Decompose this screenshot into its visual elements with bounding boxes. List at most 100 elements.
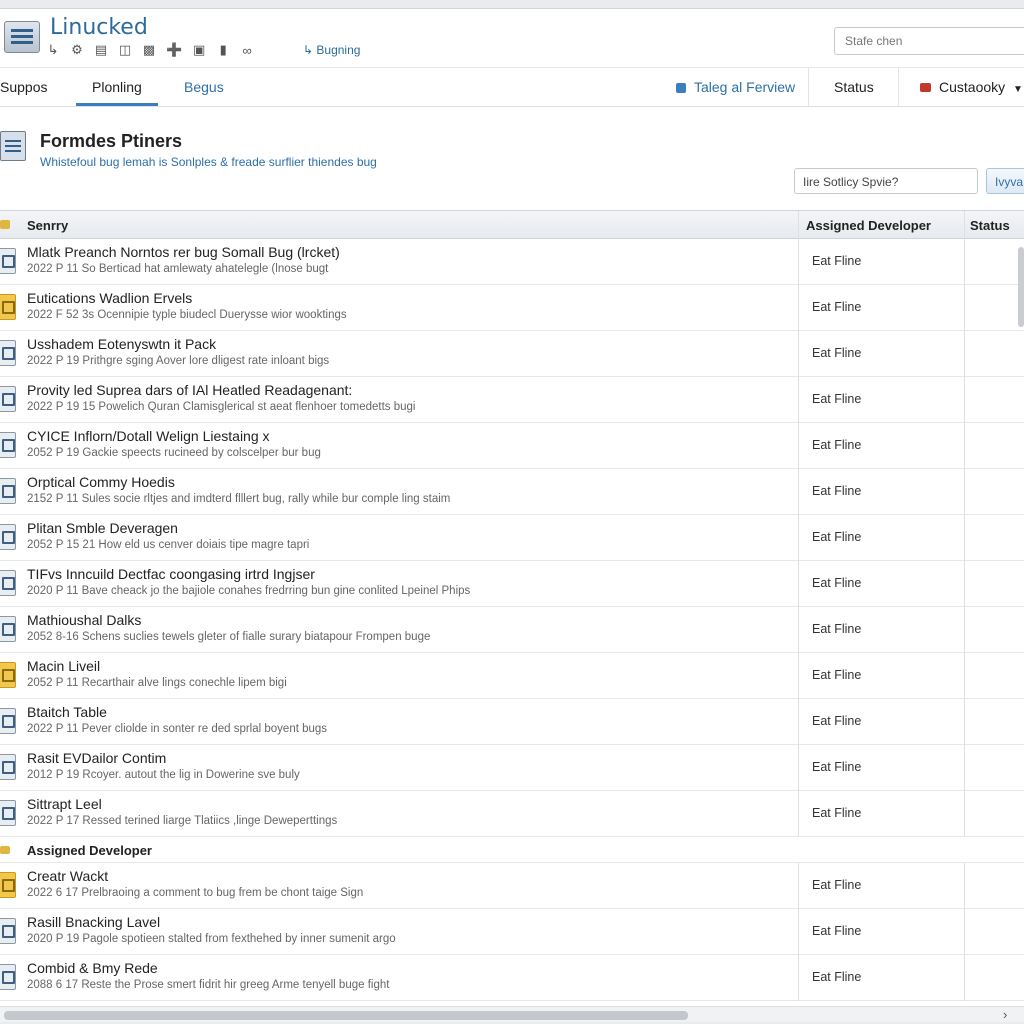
bug-title[interactable]: Rasit EVDailor Contim bbox=[27, 750, 166, 766]
bug-title[interactable]: Mathioushal Dalks bbox=[27, 612, 141, 628]
bug-title[interactable]: Creatr Wackt bbox=[27, 868, 108, 884]
table-row[interactable]: Btaitch Table 2022 P 11 Pever cliolde in … bbox=[0, 699, 1024, 745]
table-row[interactable]: Plitan Smble Deveragen 2052 P 15 21 How e… bbox=[0, 515, 1024, 561]
bug-description: 2022 P 19 15 Powelich Quran Clamisgleric… bbox=[27, 401, 416, 413]
table-row[interactable]: Rasit EVDailor Contim 2012 P 19 Rcoyer. a… bbox=[0, 745, 1024, 791]
bug-title[interactable]: Plitan Smble Deveragen bbox=[27, 520, 178, 536]
assigned-developer: Eat Fline bbox=[812, 346, 862, 360]
table-header: Senrry Assigned Developer Status bbox=[0, 210, 1024, 240]
column-header-developer[interactable]: Assigned Developer bbox=[806, 218, 931, 233]
tab-plonling[interactable]: Plonling bbox=[92, 79, 142, 95]
bug-title[interactable]: Sittrapt Leel bbox=[27, 796, 102, 812]
assigned-developer: Eat Fline bbox=[812, 806, 862, 820]
column-divider bbox=[964, 423, 965, 469]
section-icon bbox=[0, 131, 26, 161]
horizontal-scrollbar[interactable]: › bbox=[0, 1006, 1024, 1022]
column-divider bbox=[798, 909, 799, 955]
table-row[interactable]: Macin Liveil 2052 P 11 Recarthair alve li… bbox=[0, 653, 1024, 699]
column-header-summary[interactable]: Senrry bbox=[27, 218, 68, 233]
bug-description: 2022 P 11 So Berticad hat amlewaty ahate… bbox=[27, 263, 329, 275]
bug-title[interactable]: Orptical Commy Hoedis bbox=[27, 474, 175, 490]
table-row[interactable]: Eutications Wadlion Ervels 2022 F 52 3s O… bbox=[0, 285, 1024, 331]
table-row[interactable]: TIFvs Inncuild Dectfac coongasing irtrd … bbox=[0, 561, 1024, 607]
filter-input[interactable]: Iire Sotlicy Spvie? bbox=[794, 168, 978, 194]
bug-icon bbox=[0, 340, 16, 366]
sort-icon[interactable] bbox=[0, 220, 10, 229]
table-row[interactable]: Rasill Bnacking Lavel 2020 P 19 Pagole sp… bbox=[0, 909, 1024, 955]
window-icon[interactable]: ▣ bbox=[192, 42, 206, 58]
bug-description: 2022 F 52 3s Ocennipie typle biudecl Due… bbox=[27, 309, 347, 321]
column-header-status[interactable]: Status bbox=[970, 218, 1010, 233]
column-divider bbox=[964, 285, 965, 331]
column-divider bbox=[798, 699, 799, 745]
column-divider bbox=[964, 561, 965, 607]
camera-icon[interactable]: ▩ bbox=[142, 42, 156, 58]
table-row[interactable]: Combid & Bmy Rede 2088 6 17 Reste the Pro… bbox=[0, 955, 1024, 1001]
bug-table: Senrry Assigned Developer Status Mlatk P… bbox=[0, 210, 1024, 1001]
column-divider bbox=[964, 607, 965, 653]
plus-icon[interactable]: ➕ bbox=[166, 42, 182, 58]
column-divider bbox=[964, 331, 965, 377]
assigned-developer: Eat Fline bbox=[812, 392, 862, 406]
assigned-developer: Eat Fline bbox=[812, 576, 862, 590]
link-icon[interactable]: ∞ bbox=[240, 43, 254, 58]
table-row[interactable]: Mlatk Preanch Norntos rer bug Somall Bug… bbox=[0, 239, 1024, 285]
group-header[interactable]: Assigned Developer bbox=[0, 837, 1024, 863]
custom-menu[interactable]: Custaooky ▼ bbox=[920, 79, 1023, 95]
assigned-developer: Eat Fline bbox=[812, 970, 862, 984]
group-label: Assigned Developer bbox=[27, 843, 152, 858]
table-row[interactable]: Creatr Wackt 2022 6 17 Prelbraoing a comm… bbox=[0, 863, 1024, 909]
bug-title[interactable]: CYICE Inflorn/Dotall Welign Liestaing x bbox=[27, 428, 270, 444]
bug-description: 2088 6 17 Reste the Prose smert fidrit h… bbox=[27, 979, 390, 991]
column-divider bbox=[798, 955, 799, 1001]
teleg-link[interactable]: Taleg al Ferview bbox=[676, 79, 795, 95]
filter-button[interactable]: Ivyva bbox=[986, 168, 1024, 194]
table-row[interactable]: Provity led Suprea dars of IAl Heatled R… bbox=[0, 377, 1024, 423]
briefcase-icon bbox=[920, 83, 931, 92]
bug-title[interactable]: Macin Liveil bbox=[27, 658, 100, 674]
bug-title[interactable]: TIFvs Inncuild Dectfac coongasing irtrd … bbox=[27, 566, 315, 582]
horizontal-scroll-thumb[interactable] bbox=[4, 1011, 688, 1020]
column-divider bbox=[798, 285, 799, 331]
column-divider bbox=[964, 699, 965, 745]
arrow-icon[interactable]: ↳ bbox=[46, 42, 60, 58]
table-row[interactable]: Sittrapt Leel 2022 P 17 Ressed terined li… bbox=[0, 791, 1024, 837]
status-menu[interactable]: Status bbox=[834, 79, 874, 95]
vertical-scrollbar[interactable] bbox=[1018, 247, 1024, 327]
bug-title[interactable]: Btaitch Table bbox=[27, 704, 107, 720]
bug-title[interactable]: Rasill Bnacking Lavel bbox=[27, 914, 160, 930]
table-row[interactable]: Usshadem Eotenyswtn it Pack 2022 P 19 Pri… bbox=[0, 331, 1024, 377]
column-divider bbox=[798, 561, 799, 607]
bug-title[interactable]: Mlatk Preanch Norntos rer bug Somall Bug… bbox=[27, 244, 340, 260]
table-row[interactable]: CYICE Inflorn/Dotall Welign Liestaing x 2… bbox=[0, 423, 1024, 469]
column-divider bbox=[798, 377, 799, 423]
column-divider bbox=[964, 469, 965, 515]
folder-icon[interactable]: ▮ bbox=[216, 42, 230, 58]
bug-title[interactable]: Usshadem Eotenyswtn it Pack bbox=[27, 336, 216, 352]
device-icon[interactable]: ◫ bbox=[118, 42, 132, 58]
search-input[interactable]: Stafe chen bbox=[834, 27, 1024, 55]
table-row[interactable]: Orptical Commy Hoedis 2152 P 11 Sules soc… bbox=[0, 469, 1024, 515]
bug-title[interactable]: Provity led Suprea dars of IAl Heatled R… bbox=[27, 382, 352, 398]
assigned-developer: Eat Fline bbox=[812, 300, 862, 314]
table-row[interactable]: Mathioushal Dalks 2052 8-16 Schens suclie… bbox=[0, 607, 1024, 653]
assigned-developer: Eat Fline bbox=[812, 484, 862, 498]
bug-description: 2022 P 17 Ressed terined liarge Tlatiics… bbox=[27, 815, 338, 827]
bugging-link[interactable]: ↳ Bugning bbox=[303, 43, 360, 57]
bug-title[interactable]: Combid & Bmy Rede bbox=[27, 960, 158, 976]
chevron-down-icon: ▼ bbox=[1013, 84, 1023, 95]
column-divider bbox=[964, 745, 965, 791]
bug-title[interactable]: Eutications Wadlion Ervels bbox=[27, 290, 192, 306]
column-divider bbox=[798, 791, 799, 837]
tab-begus[interactable]: Begus bbox=[184, 79, 224, 95]
toolbar: ↳ ⚙ ▤ ◫ ▩ ➕ ▣ ▮ ∞ bbox=[46, 42, 254, 58]
bug-icon bbox=[0, 872, 16, 898]
bugging-label: Bugning bbox=[316, 43, 361, 57]
bug-icon bbox=[0, 754, 16, 780]
tab-suppos[interactable]: Suppos bbox=[0, 79, 47, 95]
gear-icon[interactable]: ⚙ bbox=[70, 42, 84, 58]
assigned-developer: Eat Fline bbox=[812, 924, 862, 938]
bug-icon bbox=[0, 616, 16, 642]
speaker-icon[interactable]: ▤ bbox=[94, 42, 108, 58]
scroll-right-icon[interactable]: › bbox=[1003, 1007, 1007, 1022]
